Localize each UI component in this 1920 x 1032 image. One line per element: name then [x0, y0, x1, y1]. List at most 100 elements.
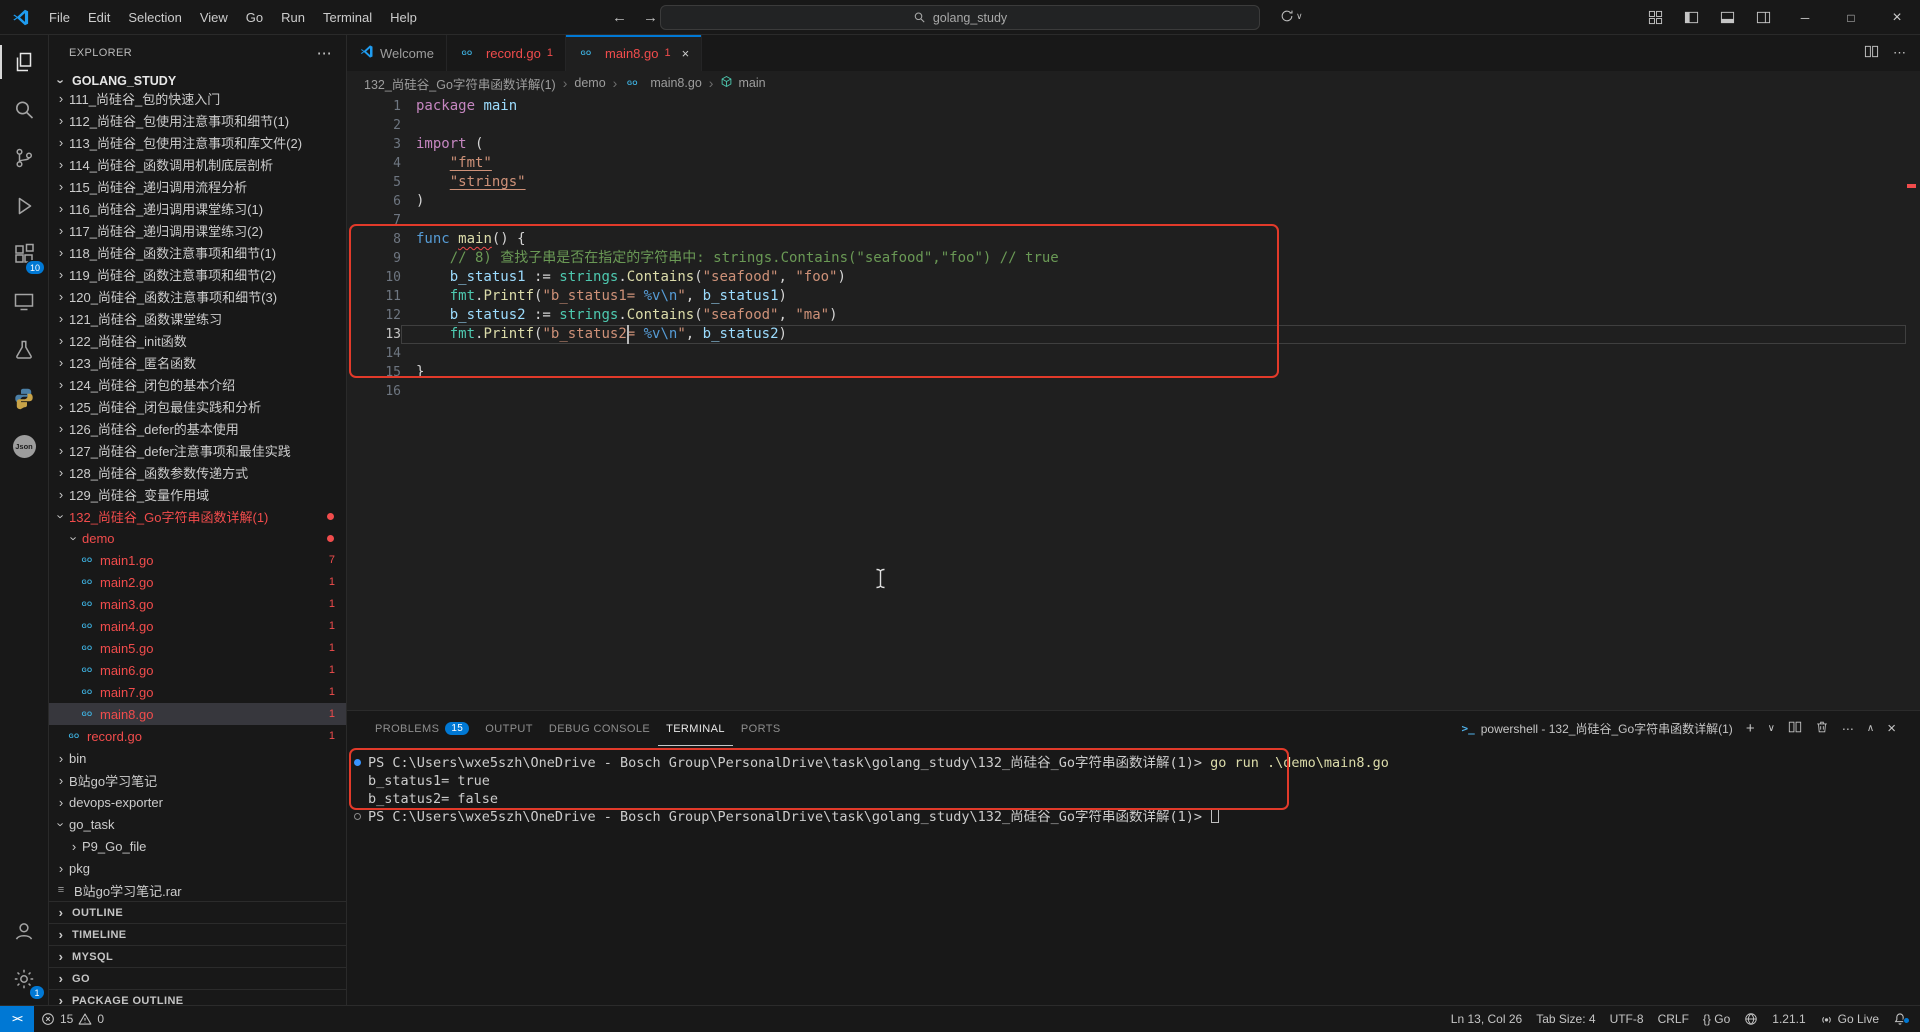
tree-folder-126_尚硅谷_defer的基本使用[interactable]: › 126_尚硅谷_defer的基本使用 [49, 417, 346, 439]
problems-status[interactable]: 15 0 [34, 1006, 111, 1032]
minimize-button[interactable]: ─ [1782, 0, 1828, 35]
code-line-5[interactable]: 5 "strings" [347, 173, 1920, 192]
browser-preview[interactable] [1737, 1012, 1765, 1026]
code-line-14[interactable]: 14 [347, 344, 1920, 363]
split-editor-icon[interactable] [1864, 44, 1879, 62]
menu-file[interactable]: File [40, 7, 79, 28]
sidebar-section-mysql[interactable]: › MYSQL [49, 945, 346, 967]
menu-help[interactable]: Help [381, 7, 426, 28]
tree-folder-demo[interactable]: › demo [49, 527, 346, 549]
activity-python[interactable] [0, 374, 48, 422]
menu-go[interactable]: Go [237, 7, 272, 28]
tree-folder-128_尚硅谷_函数参数传递方式[interactable]: › 128_尚硅谷_函数参数传递方式 [49, 461, 346, 483]
sidebar-section-package-outline[interactable]: › PACKAGE OUTLINE [49, 989, 346, 1005]
back-icon[interactable]: ← [612, 9, 627, 26]
activity-source-control[interactable] [0, 134, 48, 182]
activity-testing[interactable] [0, 326, 48, 374]
tree-folder-121_尚硅谷_函数课堂练习[interactable]: › 121_尚硅谷_函数课堂练习 [49, 307, 346, 329]
code-line-7[interactable]: 7 [347, 211, 1920, 230]
menu-view[interactable]: View [191, 7, 237, 28]
panel-tab-terminal[interactable]: TERMINAL [658, 711, 733, 746]
code-line-13[interactable]: 13 fmt.Printf("b_status2= %v\n", b_statu… [347, 325, 1920, 344]
forward-icon[interactable]: → [643, 9, 658, 26]
tree-folder-115_尚硅谷_递归调用流程分析[interactable]: › 115_尚硅谷_递归调用流程分析 [49, 175, 346, 197]
kill-terminal-icon[interactable] [1815, 720, 1829, 737]
breadcrumb-item[interactable]: demo [574, 76, 605, 90]
tree-folder-118_尚硅谷_函数注意事项和细节(1)[interactable]: › 118_尚硅谷_函数注意事项和细节(1) [49, 241, 346, 263]
code-line-15[interactable]: 15} [347, 363, 1920, 382]
code-line-12[interactable]: 12 b_status2 := strings.Contains("seafoo… [347, 306, 1920, 325]
tree-folder-bin[interactable]: › bin [49, 747, 346, 769]
code-line-1[interactable]: 1 package main [347, 97, 1920, 116]
activity-search[interactable] [0, 86, 48, 134]
code-line-3[interactable]: 3 import ( [347, 135, 1920, 154]
activity-run-debug[interactable] [0, 182, 48, 230]
remote-indicator[interactable]: >< [0, 1006, 34, 1032]
tree-folder-pkg[interactable]: › pkg [49, 857, 346, 879]
terminal-instance-label[interactable]: >_ powershell - 132_尚硅谷_Go字符串函数详解(1) [1461, 720, 1732, 737]
tree-file-record.go[interactable]: GO record.go 1 [49, 725, 346, 747]
tree-folder-122_尚硅谷_init函数[interactable]: › 122_尚硅谷_init函数 [49, 329, 346, 351]
tree-folder-123_尚硅谷_匿名函数[interactable]: › 123_尚硅谷_匿名函数 [49, 351, 346, 373]
breadcrumb-item[interactable]: main [720, 75, 766, 91]
tree-folder-112_尚硅谷_包使用注意事项和细节(1)[interactable]: › 112_尚硅谷_包使用注意事项和细节(1) [49, 109, 346, 131]
panel-tab-ports[interactable]: PORTS [733, 711, 789, 746]
tree-folder-120_尚硅谷_函数注意事项和细节(3)[interactable]: › 120_尚硅谷_函数注意事项和细节(3) [49, 285, 346, 307]
tree-file-main5.go[interactable]: GO main5.go 1 [49, 637, 346, 659]
code-line-10[interactable]: 10 b_status1 := strings.Contains("seafoo… [347, 268, 1920, 287]
tree-folder-125_尚硅谷_闭包最佳实践和分析[interactable]: › 125_尚硅谷_闭包最佳实践和分析 [49, 395, 346, 417]
code-editor[interactable]: 1 package main 2 3 import (4 "fmt" 5 "strings… [347, 95, 1920, 710]
code-line-6[interactable]: 6) [347, 192, 1920, 211]
activity-json[interactable]: Json [0, 422, 48, 470]
tree-folder-124_尚硅谷_闭包的基本介绍[interactable]: › 124_尚硅谷_闭包的基本介绍 [49, 373, 346, 395]
tab-record.go[interactable]: GO record.go 1 [446, 35, 566, 71]
tree-folder-111_尚硅谷_包的快速入门[interactable]: › 111_尚硅谷_包的快速入门 [49, 92, 346, 109]
split-terminal-icon[interactable] [1788, 720, 1802, 737]
terminal-output[interactable]: PS C:\Users\wxe5szh\OneDrive - Bosch Gro… [347, 746, 1920, 1005]
panel-tab-output[interactable]: OUTPUT [477, 711, 541, 746]
editor-more-icon[interactable]: ⋯ [1893, 45, 1906, 61]
close-panel-icon[interactable]: × [1887, 720, 1896, 737]
tree-file-B站go学习笔记.rar[interactable]: ≡ B站go学习笔记.rar [49, 879, 346, 901]
tree-folder-117_尚硅谷_递归调用课堂练习(2)[interactable]: › 117_尚硅谷_递归调用课堂练习(2) [49, 219, 346, 241]
menu-selection[interactable]: Selection [119, 7, 190, 28]
tree-folder-116_尚硅谷_递归调用课堂练习(1)[interactable]: › 116_尚硅谷_递归调用课堂练习(1) [49, 197, 346, 219]
tree-folder-go_task[interactable]: › go_task [49, 813, 346, 835]
sidebar-section-outline[interactable]: › OUTLINE [49, 901, 346, 923]
tree-file-main3.go[interactable]: GO main3.go 1 [49, 593, 346, 615]
sidebar-section-timeline[interactable]: › TIMELINE [49, 923, 346, 945]
layout-grid-icon[interactable] [1640, 4, 1670, 30]
go-version[interactable]: 1.21.1 [1765, 1012, 1812, 1026]
code-line-9[interactable]: 9 // 8) 查找子串是否在指定的字符串中: strings.Contains… [347, 249, 1920, 268]
tree-folder-devops-exporter[interactable]: › devops-exporter [49, 791, 346, 813]
tree-folder-P9_Go_file[interactable]: › P9_Go_file [49, 835, 346, 857]
panel-tab-debug-console[interactable]: DEBUG CONSOLE [541, 711, 658, 746]
language-mode[interactable]: {} Go [1696, 1012, 1737, 1026]
code-line-2[interactable]: 2 [347, 116, 1920, 135]
toggle-sidebar-icon[interactable] [1676, 4, 1706, 30]
tree-folder-114_尚硅谷_函数调用机制底层剖析[interactable]: › 114_尚硅谷_函数调用机制底层剖析 [49, 153, 346, 175]
panel-more-icon[interactable]: ⋯ [1842, 722, 1854, 736]
tab-main8.go[interactable]: GO main8.go 1 × [566, 35, 703, 71]
menu-terminal[interactable]: Terminal [314, 7, 381, 28]
tree-folder-127_尚硅谷_defer注意事项和最佳实践[interactable]: › 127_尚硅谷_defer注意事项和最佳实践 [49, 439, 346, 461]
tab-welcome[interactable]: Welcome [347, 35, 447, 71]
code-line-11[interactable]: 11 fmt.Printf("b_status1= %v\n", b_statu… [347, 287, 1920, 306]
menu-edit[interactable]: Edit [79, 7, 119, 28]
close-button[interactable]: × [1874, 0, 1920, 35]
activity-extensions[interactable]: 10 [0, 230, 48, 278]
encoding[interactable]: UTF-8 [1603, 1012, 1651, 1026]
maximize-panel-icon[interactable]: ∧ [1867, 723, 1874, 734]
toggle-panel-icon[interactable] [1712, 4, 1742, 30]
activity-accounts[interactable] [0, 907, 48, 955]
code-line-16[interactable]: 16 [347, 382, 1920, 401]
tree-file-main2.go[interactable]: GO main2.go 1 [49, 571, 346, 593]
breadcrumb-item[interactable]: GO main8.go [624, 75, 702, 91]
tree-file-main1.go[interactable]: GO main1.go 7 [49, 549, 346, 571]
indentation[interactable]: Tab Size: 4 [1529, 1012, 1602, 1026]
terminal-dropdown-icon[interactable]: ∨ [1768, 723, 1775, 734]
command-center-search[interactable]: golang_study [660, 5, 1260, 30]
tree-folder-132_尚硅谷_Go字符串函数详解(1)[interactable]: › 132_尚硅谷_Go字符串函数详解(1) [49, 505, 346, 527]
breadcrumb-item[interactable]: 132_尚硅谷_Go字符串函数详解(1) [364, 74, 556, 93]
explorer-more-icon[interactable]: ⋯ [317, 44, 332, 62]
